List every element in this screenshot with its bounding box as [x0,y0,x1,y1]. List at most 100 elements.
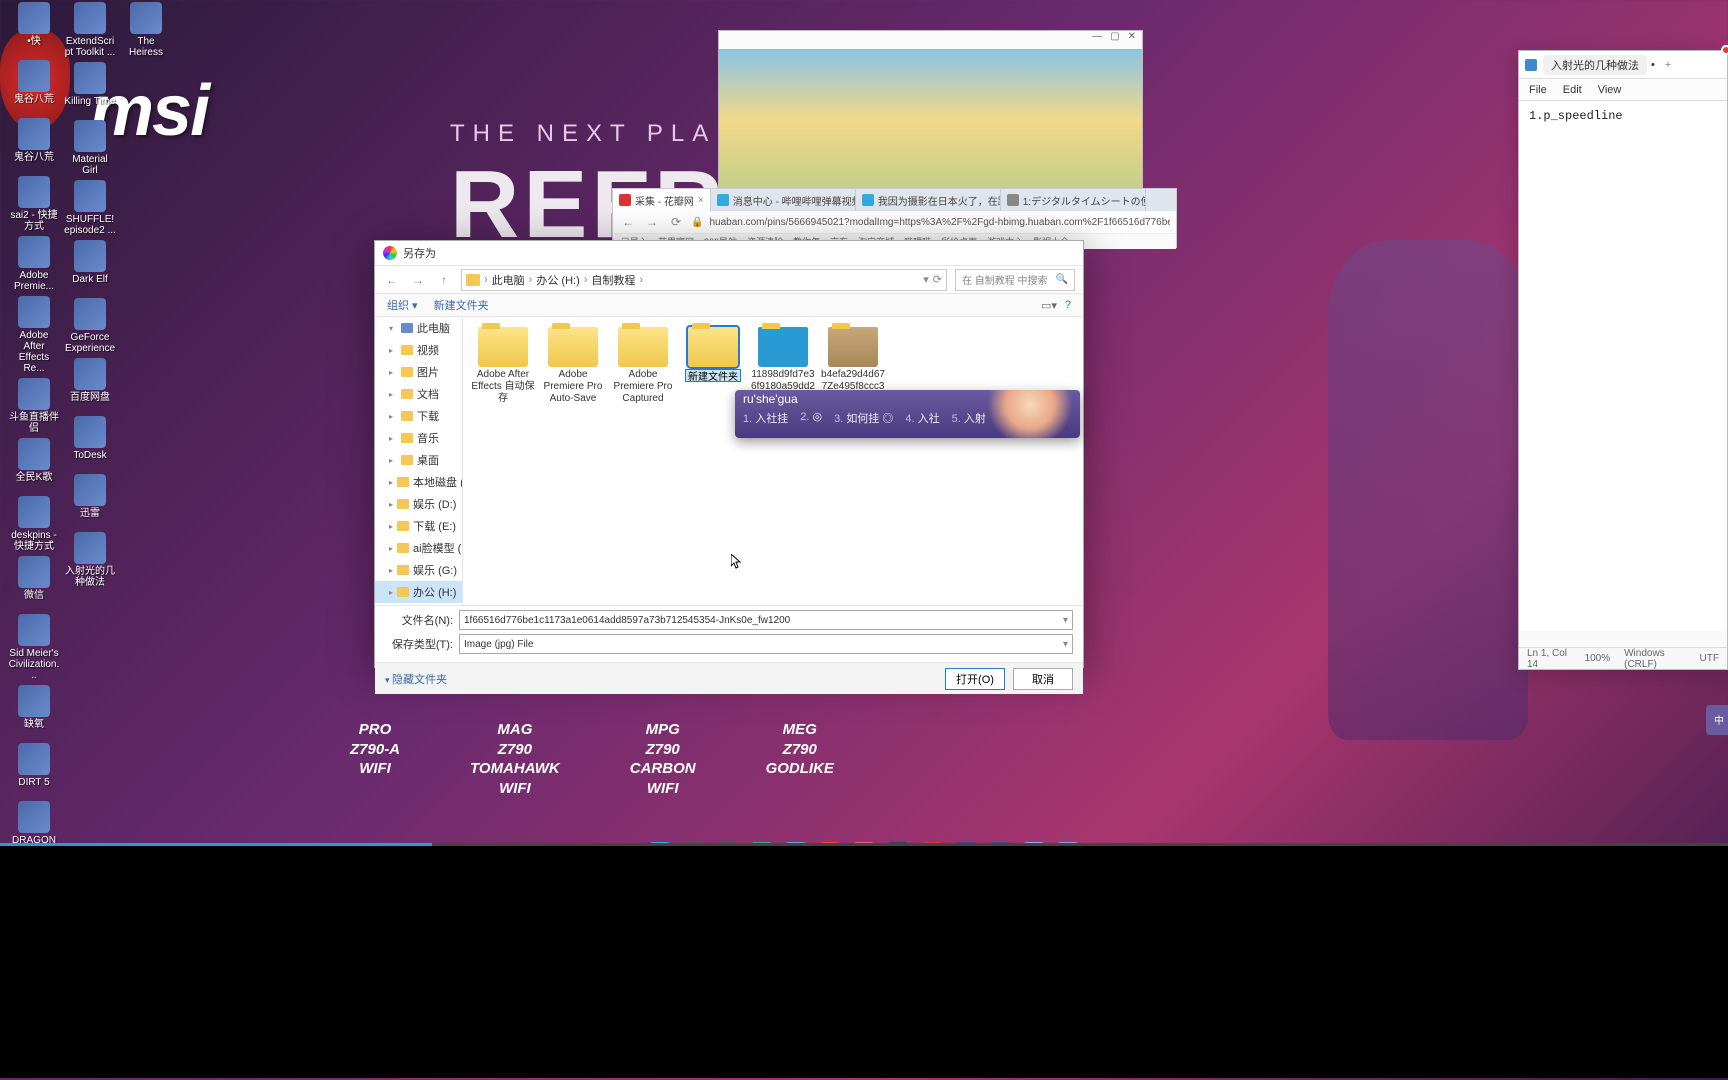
tree-item[interactable]: ▸音乐 [375,427,462,449]
menu-view[interactable]: View [1598,84,1622,96]
ime-candidate[interactable]: 4. 入社 [905,410,939,426]
rename-input[interactable] [685,369,741,382]
nav-forward[interactable]: → [409,271,427,289]
notepad-tab[interactable]: 入射光的几种做法 [1543,55,1647,75]
open-button[interactable]: 打开(O) [945,668,1005,690]
desktop-icon[interactable]: Killing Time [64,62,116,116]
toolbar-new-folder[interactable]: 新建文件夹 [434,297,489,313]
chevron-icon[interactable]: ▸ [389,500,393,509]
tree-item[interactable]: ▸文档 [375,383,462,405]
desktop-icon[interactable]: deskpins - 快捷方式 [8,496,60,552]
browser-tab[interactable]: 我因为摄影在日本火了，在路上× [856,189,1001,211]
file-grid[interactable]: Adobe After Effects 自动保存Adobe Premiere P… [463,317,1083,605]
breadcrumb-refresh-icon[interactable]: ⟳ [933,273,942,286]
desktop-icon[interactable]: Material Girl [64,120,116,176]
desktop-icon[interactable]: 迅雷 [64,474,116,528]
desktop-icon[interactable]: 缺氧 [8,685,60,739]
browser-reload[interactable]: ⟳ [667,213,685,231]
chevron-icon[interactable]: ▸ [389,412,397,421]
help-icon[interactable]: ? [1065,299,1071,312]
chevron-icon[interactable]: ▸ [389,456,397,465]
desktop-icon[interactable]: 鬼谷八荒 [8,118,60,172]
filename-field[interactable]: 1f66516d776be1c1173a1e0614add8597a73b712… [459,610,1073,630]
chevron-icon[interactable]: ▸ [389,544,393,553]
chevron-icon[interactable]: ▸ [389,346,397,355]
breadcrumb-seg[interactable]: 自制教程 [591,272,635,288]
desktop-icon[interactable]: 微信 [8,556,60,610]
tree-item[interactable]: ▸备份 (I:) [375,603,462,605]
menu-file[interactable]: File [1529,84,1547,96]
desktop-icon[interactable]: The Heiress [120,2,172,58]
notepad-window[interactable]: 入射光的几种做法 • + File Edit View 1.p_speedlin… [1518,50,1728,670]
desktop-icon[interactable]: 全民K歌 [8,438,60,492]
menu-edit[interactable]: Edit [1563,84,1582,96]
ime-candidate[interactable]: 3. 如何挂 ◎ [834,410,893,426]
chevron-icon[interactable]: ▸ [389,434,397,443]
browser-tab[interactable]: 1:デジタルタイムシートの使い [1001,189,1146,211]
dialog-search-field[interactable]: 在 自制教程 中搜索 🔍 [955,269,1075,291]
tree-item[interactable]: ▸娱乐 (G:) [375,559,462,581]
chevron-icon[interactable]: ▸ [389,522,393,531]
filetype-field[interactable]: Image (jpg) File▾ [459,634,1073,654]
chevron-icon[interactable]: ▸ [389,566,393,575]
tree-item[interactable]: ▸本地磁盘 (C:) [375,471,462,493]
desktop-icon[interactable]: 斗鱼直播伴侣 [8,378,60,434]
close-icon[interactable]: ✕ [1128,31,1136,49]
chevron-icon[interactable]: ▸ [389,368,397,377]
desktop-icon[interactable]: Adobe Premie... [8,236,60,292]
notepad-titlebar[interactable]: 入射光的几种做法 • + [1519,51,1727,79]
browser-url[interactable]: huaban.com/pins/5666945021?modalImg=http… [709,217,1170,228]
view-mode-icon[interactable]: ▭▾ [1041,299,1057,312]
desktop-icon[interactable]: DIRT 5 [8,743,60,797]
desktop-icon[interactable]: Dark Elf [64,240,116,294]
browser-tab[interactable]: 采集 - 花瓣网× [613,189,711,211]
desktop-icon[interactable]: •快 [8,2,60,56]
browser-forward[interactable]: → [643,213,661,231]
minimize-icon[interactable]: — [1092,31,1102,49]
notepad-text-area[interactable]: 1.p_speedline [1519,101,1727,631]
chevron-icon[interactable]: ▸ [389,588,393,597]
chevron-icon[interactable]: ▸ [389,390,397,399]
ime-candidate[interactable]: 2. ◎ [800,410,822,426]
desktop-icon[interactable]: GeForce Experience [64,298,116,354]
chevron-icon[interactable]: ▾ [389,324,397,333]
desktop-icon[interactable]: sai2 - 快捷方式 [8,176,60,232]
nav-back[interactable]: ← [383,271,401,289]
ime-candidate[interactable]: 1. 入社挂 [743,410,788,426]
tree-item[interactable]: ▾此电脑 [375,317,462,339]
ime-language-badge[interactable]: 中 [1706,705,1728,735]
tree-item[interactable]: ▸下载 [375,405,462,427]
desktop-icon[interactable]: 入射光的几种做法 [64,532,116,588]
desktop-icon[interactable]: Adobe After Effects Re... [8,296,60,374]
desktop-icon[interactable]: 百度网盘 [64,358,116,412]
ime-candidate-popup[interactable]: ru'she'gua 1. 入社挂2. ◎3. 如何挂 ◎4. 入社5. 入射 [735,390,1080,438]
breadcrumb-seg[interactable]: 办公 (H:) [536,272,579,288]
file-item[interactable]: Adobe Premiere Pro Captured Audio [609,325,677,405]
save-as-dialog[interactable]: 另存为 ← → ↑ › 此电脑 › 办公 (H:) › 自制教程 › ▾ ⟳ 在… [374,240,1084,668]
toolbar-organize[interactable]: 组织 ▾ [387,297,418,313]
tree-item[interactable]: ▸视频 [375,339,462,361]
browser-back[interactable]: ← [619,213,637,231]
folder-tree[interactable]: ▾此电脑▸视频▸图片▸文档▸下载▸音乐▸桌面▸本地磁盘 (C:)▸娱乐 (D:)… [375,317,463,605]
breadcrumb-dropdown-icon[interactable]: ▾ [923,273,929,286]
nav-up[interactable]: ↑ [435,271,453,289]
notepad-add-tab[interactable]: + [1659,57,1677,73]
cancel-button[interactable]: 取消 [1013,668,1073,690]
chevron-icon[interactable]: ▸ [389,478,393,487]
tree-item[interactable]: ▸办公 (H:) [375,581,462,603]
file-item[interactable]: Adobe Premiere Pro Auto-Save [539,325,607,405]
desktop-icon[interactable]: 鬼谷八荒 [8,60,60,114]
desktop-icon[interactable]: Sid Meier's Civilization... [8,614,60,681]
desktop-icon[interactable]: ToDesk [64,416,116,470]
browser-window[interactable]: 采集 - 花瓣网×消息中心 - 哔哩哔哩弹幕视频网×我因为摄影在日本火了，在路上… [612,188,1177,248]
tab-close-icon[interactable]: × [698,195,704,206]
video-player-bar[interactable] [0,843,1728,1078]
hide-folders-link[interactable]: 隐藏文件夹 [385,671,447,687]
tree-item[interactable]: ▸娱乐 (D:) [375,493,462,515]
video-progress[interactable] [0,843,1728,846]
dialog-titlebar[interactable]: 另存为 [375,241,1083,265]
breadcrumb[interactable]: › 此电脑 › 办公 (H:) › 自制教程 › ▾ ⟳ [461,269,947,291]
tree-item[interactable]: ▸下载 (E:) [375,515,462,537]
desktop-icon[interactable]: SHUFFLE! episode2 ... [64,180,116,236]
tree-item[interactable]: ▸图片 [375,361,462,383]
